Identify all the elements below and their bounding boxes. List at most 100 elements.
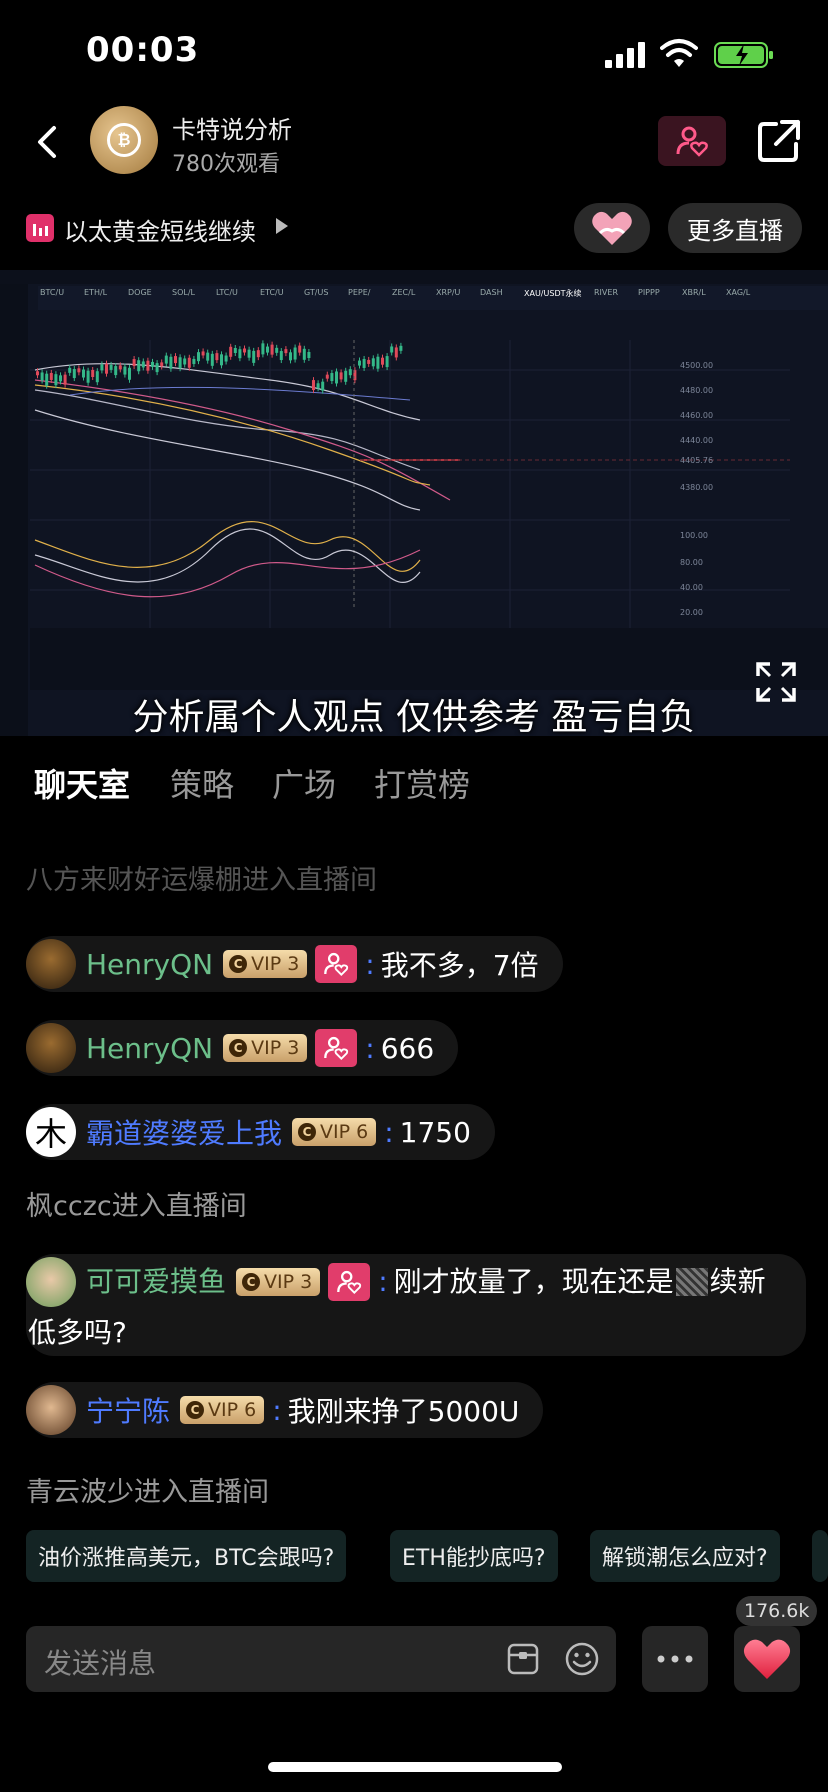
- svg-text:4380.00: 4380.00: [680, 483, 713, 492]
- hand-heart-icon: [592, 211, 632, 245]
- cellular-signal-icon: [605, 42, 645, 68]
- system-message: 枫cczc进入直播间: [26, 1191, 247, 1222]
- colon: :: [365, 1031, 375, 1065]
- svg-text:100.00: 100.00: [680, 531, 708, 540]
- ticker-tab: XAU/USDT永续: [524, 289, 582, 298]
- live-bars-icon: [26, 214, 54, 242]
- svg-text:4500.00: 4500.00: [680, 361, 713, 370]
- colon: :: [272, 1393, 282, 1427]
- colon: :: [378, 1265, 388, 1298]
- suggestion-chip-overflow[interactable]: [812, 1530, 828, 1582]
- user-avatar[interactable]: 木: [26, 1107, 76, 1157]
- live-video-stream[interactable]: BTC/U ETH/L DOGE SOL/L LTC/U ETC/U GT/US PEPE/Z…: [0, 270, 828, 736]
- tab-chat[interactable]: 聊天室: [34, 760, 130, 806]
- username[interactable]: 霸道婆婆爱上我: [86, 1112, 282, 1152]
- chat-message: 宁宁陈 C VIP 6 : 我刚来挣了5000U: [26, 1382, 544, 1438]
- system-message: 八方来财好运爆棚进入直播间: [26, 865, 377, 896]
- live-title[interactable]: 以太黄金短线继续: [64, 212, 256, 247]
- svg-text:40.00: 40.00: [680, 583, 703, 592]
- more-live-button[interactable]: 更多直播: [668, 203, 802, 253]
- fan-badge-icon: [315, 945, 358, 983]
- fan-badge-icon: [328, 1263, 371, 1301]
- user-avatar[interactable]: [26, 1023, 76, 1073]
- status-time: 00:03: [86, 30, 200, 70]
- message-text: 我不多，7倍: [380, 949, 539, 982]
- suggestion-chip[interactable]: 油价涨推高美元，BTC会跟吗?: [26, 1530, 347, 1582]
- live-title-row: 以太黄金短线继续 更多直播: [0, 200, 828, 260]
- vip-badge: C VIP 3: [236, 1268, 321, 1296]
- ticker-tab: XAG/L: [726, 288, 751, 297]
- user-avatar[interactable]: [26, 1385, 76, 1435]
- message-input[interactable]: 发送消息: [26, 1626, 616, 1692]
- share-icon[interactable]: [756, 118, 802, 164]
- ticker-tab: ETC/U: [260, 288, 284, 297]
- heart-icon: [743, 1639, 791, 1679]
- ticker-tab: GT/US: [304, 288, 329, 297]
- vip-coin-icon: C: [186, 1401, 205, 1419]
- home-indicator[interactable]: [268, 1762, 562, 1772]
- vip-coin-icon: C: [242, 1273, 261, 1291]
- svg-text:4440.00: 4440.00: [680, 436, 713, 445]
- colon: :: [384, 1115, 394, 1149]
- username[interactable]: HenryQN: [86, 1032, 213, 1065]
- view-count: 780次观看: [172, 152, 280, 177]
- username[interactable]: 宁宁陈: [86, 1390, 170, 1430]
- vip-badge: C VIP 6: [180, 1396, 265, 1424]
- tab-strategy[interactable]: 策略: [170, 760, 234, 806]
- like-button[interactable]: [734, 1626, 800, 1692]
- message-text-line2: 低多吗?: [28, 1316, 127, 1349]
- vip-badge: C VIP 3: [223, 1034, 308, 1062]
- user-avatar[interactable]: [26, 939, 76, 989]
- follow-button[interactable]: [658, 116, 726, 166]
- ticker-tab: DOGE: [128, 288, 152, 297]
- svg-text:80.00: 80.00: [680, 558, 703, 567]
- ticker-tab: DASH: [480, 288, 503, 297]
- live-header: ₿ 卡特说分析 780次观看: [0, 100, 828, 200]
- message-text: 666: [380, 1031, 435, 1065]
- fullscreen-icon[interactable]: [754, 660, 798, 704]
- suggestion-chip[interactable]: ETH能抄底吗?: [390, 1530, 558, 1582]
- username[interactable]: HenryQN: [86, 948, 213, 981]
- play-arrow-icon[interactable]: [276, 218, 288, 234]
- ticker-tab-strip: BTC/U ETH/L DOGE SOL/L LTC/U ETC/U GT/US PEPE/Z…: [38, 286, 828, 310]
- more-options-button[interactable]: [642, 1626, 708, 1692]
- suggested-questions: 油价涨推高美元，BTC会跟吗? ETH能抄底吗? 解锁潮怎么应对?: [0, 1530, 828, 1582]
- message-text: 我刚来挣了5000U: [287, 1395, 520, 1428]
- ticker-tab: XBR/L: [682, 288, 706, 297]
- vip-coin-icon: C: [229, 1039, 248, 1057]
- ticker-tab: ZEC/L: [392, 288, 416, 297]
- user-avatar[interactable]: [26, 1257, 76, 1307]
- message-text: 刚才放量了，现在还是: [393, 1265, 674, 1298]
- vip-coin-icon: C: [229, 955, 248, 973]
- ellipsis-icon: [657, 1655, 693, 1663]
- suggestion-chip[interactable]: 解锁潮怎么应对?: [590, 1530, 780, 1582]
- vip-badge: C VIP 3: [223, 950, 308, 978]
- username[interactable]: 可可爱摸鱼: [86, 1259, 226, 1305]
- svg-text:20.00: 20.00: [680, 608, 703, 617]
- tab-square[interactable]: 广场: [272, 760, 336, 806]
- video-top-bar: [0, 270, 828, 284]
- ticker-tab: SOL/L: [172, 288, 195, 297]
- host-avatar[interactable]: ₿: [90, 106, 158, 174]
- ticker-tab: PIPPP: [638, 288, 660, 297]
- message-text-end: 续新: [709, 1265, 766, 1298]
- chat-message: HenryQN C VIP 3 : 我不多，7倍: [26, 936, 563, 992]
- svg-text:4480.00: 4480.00: [680, 386, 713, 395]
- tab-reward-ranking[interactable]: 打赏榜: [374, 760, 470, 806]
- emoji-icon[interactable]: [564, 1641, 600, 1677]
- svg-text:4460.00: 4460.00: [680, 411, 713, 420]
- back-arrow-icon[interactable]: [30, 122, 66, 162]
- follow-person-heart-icon: [676, 126, 708, 157]
- censored-block: [675, 1268, 708, 1296]
- bottom-input-bar: 发送消息 176.6k: [0, 1596, 828, 1696]
- battery-charging-icon: [714, 42, 773, 68]
- ticker-tab: BTC/U: [40, 288, 65, 297]
- host-name[interactable]: 卡特说分析: [172, 110, 292, 145]
- ticker-tab: ETH/L: [84, 288, 108, 297]
- system-message: 青云波少进入直播间: [26, 1477, 269, 1508]
- heart-gesture-button[interactable]: [574, 203, 650, 253]
- like-count: 176.6k: [736, 1596, 818, 1626]
- content-tabs: 聊天室 策略 广场 打赏榜: [0, 760, 828, 810]
- status-bar: 00:03: [0, 0, 828, 100]
- card-box-icon[interactable]: [506, 1642, 540, 1676]
